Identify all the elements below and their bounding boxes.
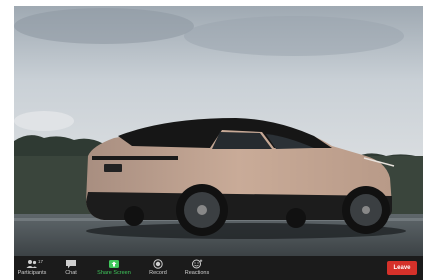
share-screen-label: Share Screen	[97, 270, 131, 276]
record-label: Record	[149, 270, 167, 276]
participants-button[interactable]: 17 Participants	[16, 256, 48, 280]
reactions-icon	[192, 259, 203, 269]
meeting-toolbar: 17 Participants Chat Share Screen Record…	[14, 256, 423, 280]
share-screen-icon	[109, 260, 119, 268]
chat-icon	[66, 260, 76, 269]
chat-label: Chat	[65, 270, 77, 276]
chat-button[interactable]: Chat	[64, 256, 78, 280]
participants-count: 17	[38, 259, 44, 264]
shared-video-feed	[14, 6, 423, 256]
leave-button[interactable]: Leave	[387, 261, 417, 275]
participants-icon	[26, 260, 37, 268]
reactions-label: Reactions	[184, 270, 210, 276]
record-button[interactable]: Record	[148, 256, 168, 280]
reactions-button[interactable]: Reactions	[184, 256, 210, 280]
record-icon	[153, 259, 163, 269]
car-photo	[14, 6, 423, 256]
share-screen-button[interactable]: Share Screen	[96, 256, 132, 280]
participants-label: Participants	[17, 270, 47, 276]
